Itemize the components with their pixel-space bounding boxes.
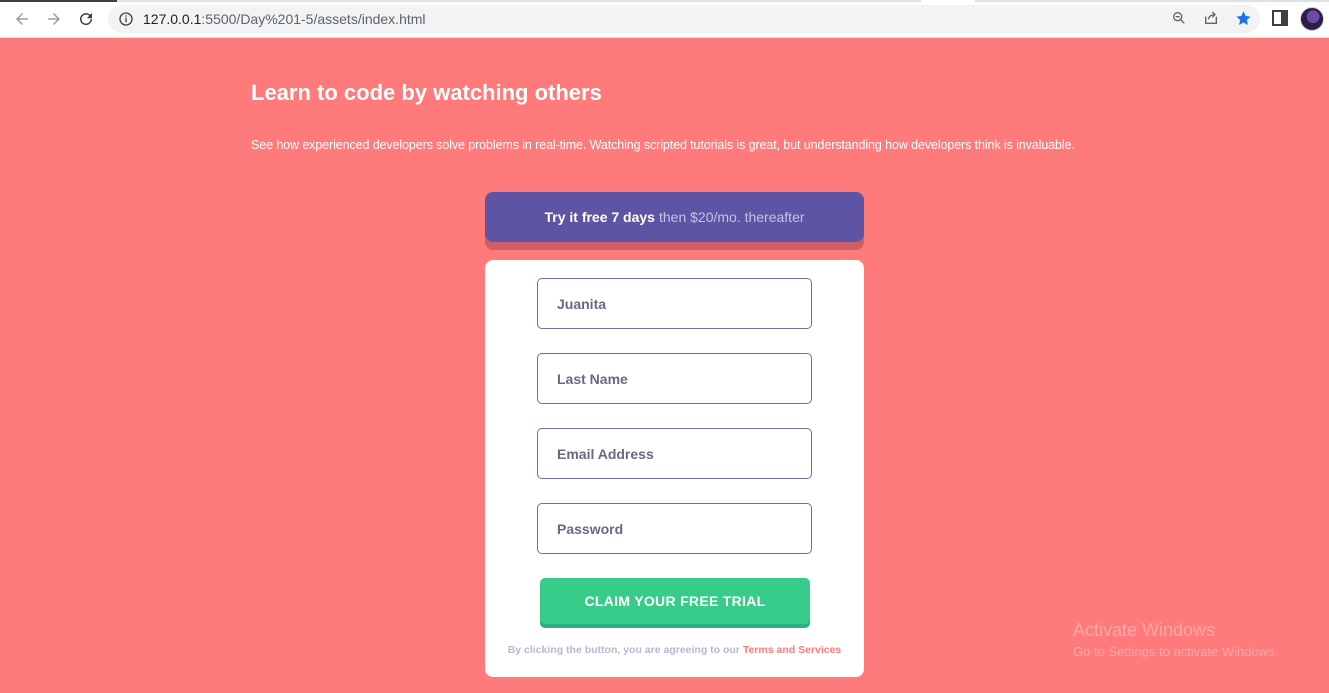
promo-bold-text: Try it free 7 days — [544, 209, 655, 225]
claim-free-trial-button[interactable]: CLAIM YOUR FREE TRIAL — [540, 578, 810, 624]
email-field[interactable]: Email Address — [537, 428, 812, 479]
info-icon[interactable] — [118, 11, 134, 27]
watermark-line1: Activate Windows — [1073, 620, 1216, 640]
last-name-field[interactable]: Last Name — [537, 353, 812, 404]
signup-form: Juanita Last Name Email Address Password… — [485, 260, 864, 677]
zoom-icon[interactable] — [1170, 9, 1188, 27]
url-text[interactable]: 127.0.0.1:5500/Day%201-5/assets/index.ht… — [143, 11, 426, 27]
url-path: :5500/Day%201-5/assets/index.html — [201, 11, 426, 27]
reload-icon — [80, 12, 93, 25]
profile-avatar[interactable] — [1300, 7, 1324, 31]
promo-banner: Try it free 7 days then $20/mo. thereaft… — [485, 192, 864, 242]
address-bar[interactable]: 127.0.0.1:5500/Day%201-5/assets/index.ht… — [108, 5, 1260, 33]
forward-icon — [48, 12, 60, 25]
share-icon[interactable] — [1202, 9, 1220, 27]
side-panel-icon[interactable] — [1272, 10, 1288, 26]
back-button[interactable] — [6, 3, 38, 35]
promo-light-text: then $20/mo. thereafter — [658, 209, 805, 225]
windows-activation-watermark: Activate Windows Go to Settings to activ… — [1073, 620, 1278, 659]
tab-strip — [0, 0, 1329, 2]
browser-toolbar: 127.0.0.1:5500/Day%201-5/assets/index.ht… — [0, 0, 1329, 38]
first-name-field[interactable]: Juanita — [537, 278, 812, 329]
terms-notice: By clicking the button, you are agreeing… — [485, 644, 864, 656]
reload-button[interactable] — [70, 3, 102, 35]
forward-button[interactable] — [38, 3, 70, 35]
page-title: Learn to code by watching others — [251, 80, 602, 105]
back-icon — [16, 12, 28, 25]
page-description: See how experienced developers solve pro… — [251, 138, 1075, 152]
password-field[interactable]: Password — [537, 503, 812, 554]
terms-link[interactable]: Terms and Services — [743, 644, 841, 656]
url-host: 127.0.0.1 — [143, 11, 202, 27]
watermark-line2: Go to Settings to activate Windows. — [1073, 644, 1279, 659]
bookmark-star-icon[interactable] — [1234, 9, 1252, 27]
terms-prefix: By clicking the button, you are agreeing… — [507, 644, 740, 656]
